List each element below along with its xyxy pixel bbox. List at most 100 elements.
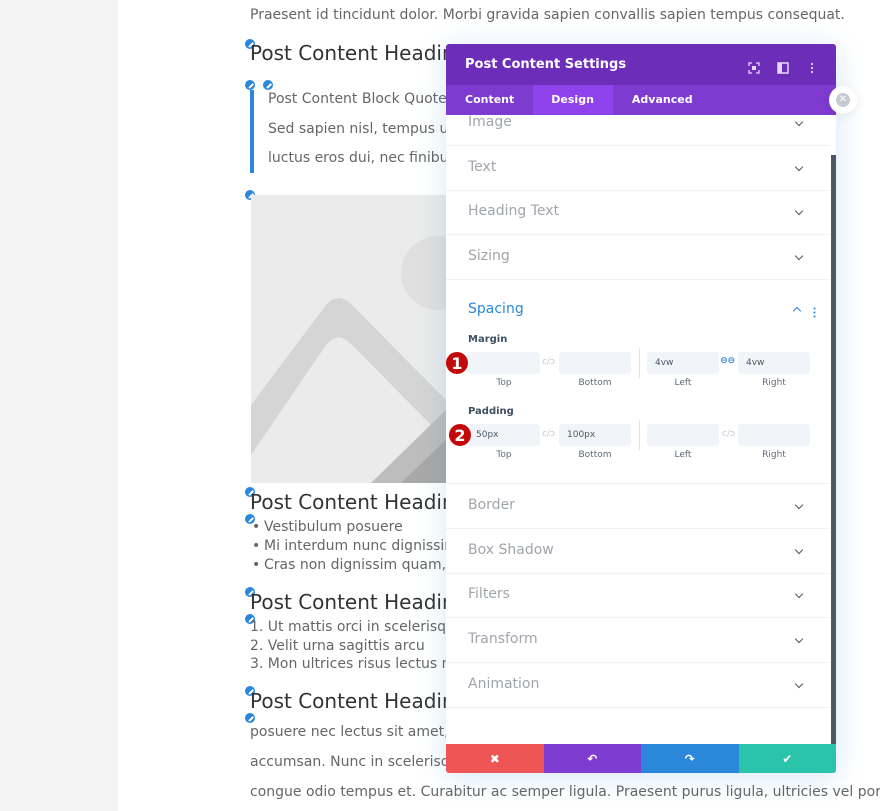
settings-panel: Image Text Heading Text Sizing Spacing M… [446, 115, 836, 744]
chevron-down-icon [794, 545, 804, 555]
divider [639, 348, 640, 378]
modal-footer: ✖ ↶ ↷ ✔ [446, 744, 836, 773]
blockquote-line: Sed sapien nisl, tempus ut se [268, 121, 475, 137]
divider [639, 420, 640, 450]
margin-top-input[interactable] [468, 352, 540, 374]
section-label: Image [468, 115, 512, 130]
padding-right-input[interactable] [738, 424, 810, 446]
image-placeholder [251, 195, 451, 483]
list-item: 1. Ut mattis orci in scelerisque t [250, 619, 474, 635]
list-item: Mi interdum nunc dignissim a [264, 538, 471, 554]
settings-modal: Post Content Settings Content Design Adv… [446, 44, 836, 773]
section-heading-text[interactable]: Heading Text [446, 190, 830, 235]
section-image[interactable]: Image [446, 115, 830, 146]
more-options-icon[interactable] [806, 59, 818, 73]
chevron-down-icon [794, 162, 804, 172]
edit-pencil-icon[interactable] [244, 712, 256, 724]
tab-content[interactable]: Content [446, 85, 533, 115]
field-label: Bottom [578, 378, 612, 388]
section-label: Filters [468, 586, 510, 602]
section-transform[interactable]: Transform [446, 618, 830, 663]
edit-pencil-icon[interactable] [262, 79, 274, 91]
step-badge-2: 2 [448, 423, 472, 447]
list-item: 2. Velit urna sagittis arcu [250, 638, 425, 654]
blockquote-line: Post Content Block Quote. V [268, 91, 466, 107]
field-label: Left [674, 378, 692, 388]
expand-icon[interactable] [748, 59, 760, 74]
redo-button[interactable]: ↷ [641, 744, 739, 773]
list-item: 3. Mon ultrices risus lectus non [250, 656, 468, 672]
field-label: Left [674, 450, 692, 460]
bullet-dot: • [252, 538, 261, 554]
post-content-heading: Post Content Heading [250, 41, 468, 65]
modal-tabs: Content Design Advanced [446, 85, 836, 115]
chevron-down-icon [794, 679, 804, 689]
image-placeholder-graphic [251, 236, 451, 483]
sidebar-layout-icon[interactable] [777, 59, 789, 74]
scrollbar[interactable] [831, 155, 836, 744]
section-sizing[interactable]: Sizing [446, 235, 830, 280]
bullet-dot: • [252, 557, 261, 573]
chevron-down-icon [794, 117, 804, 127]
blockquote-border [250, 90, 254, 173]
margin-bottom-input[interactable] [559, 352, 631, 374]
padding-top-input[interactable]: 50px [468, 424, 540, 446]
undo-button[interactable]: ↶ [543, 744, 641, 773]
chevron-down-icon [794, 251, 804, 261]
blockquote-line: luctus eros dui, nec finibus le [268, 150, 473, 166]
section-border[interactable]: Border [446, 484, 830, 529]
chevron-down-icon [794, 634, 804, 644]
section-label: Heading Text [468, 203, 560, 219]
margin-right-input[interactable]: 4vw [738, 352, 810, 374]
section-spacing: Spacing Margin c/ɔ 4vw ⊖⊖ 4vw Top Bottom… [446, 280, 830, 484]
section-label: Transform [468, 631, 538, 647]
field-label: Bottom [578, 450, 612, 460]
post-content-heading: Post Content Heading [250, 490, 468, 514]
paragraph-line: congue odio tempus et. Curabitur ac semp… [250, 784, 880, 800]
paragraph-line: accumsan. Nunc in scelerisque [250, 754, 468, 770]
modal-header[interactable]: Post Content Settings [446, 44, 836, 85]
post-content-heading: Post Content Heading [250, 689, 468, 713]
link-icon[interactable]: c/ɔ [542, 357, 555, 367]
link-icon[interactable]: c/ɔ [722, 429, 735, 439]
field-label: Right [762, 450, 786, 460]
chevron-down-icon [794, 500, 804, 510]
step-badge-1: 1 [446, 351, 469, 375]
chevron-up-icon[interactable] [792, 306, 802, 316]
link-icon-active[interactable]: ⊖⊖ [720, 356, 735, 366]
left-gutter [0, 0, 118, 811]
tab-advanced[interactable]: Advanced [613, 85, 712, 115]
section-label: Border [468, 497, 515, 513]
section-label: Text [468, 159, 497, 175]
section-box-shadow[interactable]: Box Shadow [446, 529, 830, 574]
padding-left-input[interactable] [647, 424, 719, 446]
close-modal-button[interactable]: ✕ [829, 86, 857, 114]
field-label: Top [496, 450, 512, 460]
paragraph-line: posuere nec lectus sit amet, pu [250, 724, 471, 740]
close-icon: ✕ [836, 93, 850, 107]
cancel-button[interactable]: ✖ [446, 744, 544, 773]
list-item: Vestibulum posuere [264, 519, 403, 535]
bullet-dot: • [252, 519, 261, 535]
section-options-icon[interactable] [813, 303, 816, 322]
margin-left-input[interactable]: 4vw [647, 352, 719, 374]
link-icon[interactable]: c/ɔ [542, 429, 555, 439]
padding-label: Padding [468, 406, 514, 417]
tab-design[interactable]: Design [533, 85, 613, 115]
section-text[interactable]: Text [446, 146, 830, 191]
chevron-down-icon [794, 206, 804, 216]
field-label: Right [762, 378, 786, 388]
save-button[interactable]: ✔ [738, 744, 836, 773]
padding-bottom-input[interactable]: 100px [559, 424, 631, 446]
section-label[interactable]: Spacing [468, 301, 524, 317]
section-label: Box Shadow [468, 542, 554, 558]
field-label: Top [496, 378, 512, 388]
section-filters[interactable]: Filters [446, 573, 830, 618]
margin-label: Margin [468, 334, 508, 345]
section-label: Animation [468, 676, 540, 692]
chevron-down-icon [794, 589, 804, 599]
section-animation[interactable]: Animation [446, 663, 830, 708]
list-item: Cras non dignissim quam, at [264, 557, 465, 573]
section-label: Sizing [468, 248, 510, 264]
modal-title: Post Content Settings [465, 57, 627, 72]
